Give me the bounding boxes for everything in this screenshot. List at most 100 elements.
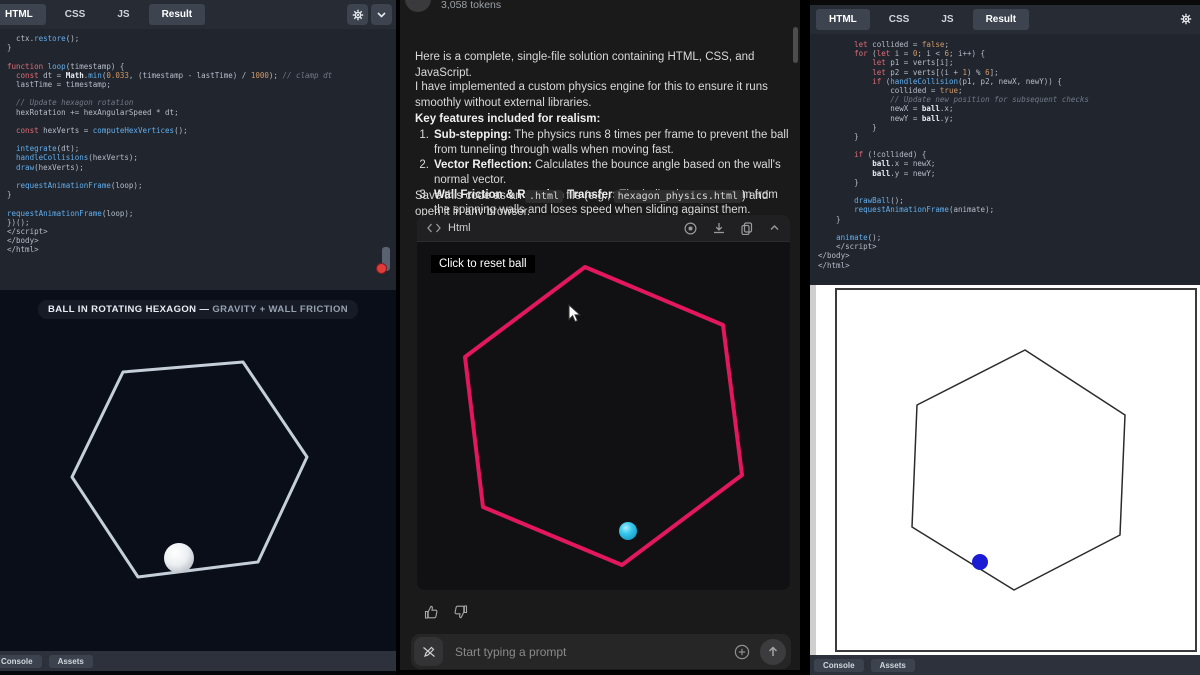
pen-mode-button[interactable] — [414, 637, 443, 666]
right-canvas-frame — [835, 288, 1197, 652]
code-line: </script> — [7, 227, 396, 236]
left-tab-js[interactable]: JS — [104, 4, 142, 25]
code-line: requestAnimationFrame(loop); — [7, 209, 396, 218]
features-heading: Key features included for realism: — [415, 112, 787, 128]
code-line — [7, 117, 396, 126]
code-line: for (let i = 0; i < 6; i++) { — [818, 49, 1200, 58]
left-assets-tab[interactable]: Assets — [49, 655, 93, 668]
code-line: let p2 = verts[(i + 1) % 6]; — [818, 68, 1200, 77]
code-line: let collided = false; — [818, 40, 1200, 49]
settings-button[interactable] — [1175, 8, 1196, 29]
hexagon-outline — [912, 350, 1125, 590]
chevron-down-icon — [376, 9, 387, 20]
code-line: newX = ball.x; — [818, 104, 1200, 113]
code-line: lastTime = timestamp; — [7, 80, 396, 89]
inline-code-html: .html — [525, 190, 563, 203]
inline-code-filename: hexagon_physics.html — [614, 190, 742, 203]
chat-panel: 3,058 tokens Here is a complete, single-… — [400, 0, 800, 670]
code-line: </html> — [818, 261, 1200, 270]
code-line — [7, 89, 396, 98]
left-result-preview: BALL IN ROTATING HEXAGON — GRAVITY + WAL… — [0, 290, 396, 651]
prompt-input[interactable] — [455, 645, 734, 659]
code-line: function loop(timestamp) { — [7, 62, 396, 71]
attach-plus-icon[interactable] — [734, 644, 750, 660]
app-window: HTMLCSSJSResult ctx.restore();} function… — [0, 0, 1200, 675]
feature-item: 1.Sub-stepping: The physics runs 8 times… — [415, 128, 790, 157]
code-line: ball.x = newX; — [818, 159, 1200, 168]
feedback-row — [424, 605, 468, 619]
gear-icon — [352, 9, 364, 21]
right-tab-result[interactable]: Result — [973, 9, 1030, 30]
code-line: let p1 = verts[i]; — [818, 58, 1200, 67]
right-hexagon-canvas[interactable] — [837, 290, 1195, 650]
code-line — [818, 141, 1200, 150]
settings-button[interactable] — [347, 4, 368, 25]
left-preview-title: BALL IN ROTATING HEXAGON — GRAVITY + WAL… — [38, 300, 358, 319]
mouse-cursor — [568, 304, 583, 324]
chevron-up-icon[interactable] — [769, 224, 780, 232]
code-line: })(); — [7, 218, 396, 227]
ball — [164, 543, 194, 573]
right-tab-css[interactable]: CSS — [876, 9, 923, 30]
left-console-tab[interactable]: Console — [0, 655, 42, 668]
prompt-bar — [411, 634, 791, 669]
right-tab-html[interactable]: HTML — [816, 9, 870, 30]
left-editor-toolbar — [347, 4, 392, 25]
copy-icon[interactable] — [741, 222, 753, 235]
code-line — [7, 199, 396, 208]
middle-hexagon-canvas[interactable] — [417, 242, 790, 590]
right-editor-tabbar: HTML CSSJS Result — [810, 5, 1200, 34]
right-editor-panel: HTML CSSJS Result let collided = false; fo… — [810, 0, 1200, 675]
ball — [619, 522, 637, 540]
html-preview-card: Html Click — [417, 215, 790, 590]
code-line: </body> — [7, 236, 396, 245]
code-line: requestAnimationFrame(animate); — [818, 205, 1200, 214]
left-tab-html[interactable]: HTML — [0, 4, 46, 25]
download-icon[interactable] — [713, 222, 725, 235]
code-line: const hexVerts = computeHexVertices(); — [7, 126, 396, 135]
left-code-editor[interactable]: ctx.restore();} function loop(timestamp)… — [0, 29, 396, 290]
right-tab-js[interactable]: JS — [928, 9, 966, 30]
collapse-editor-button[interactable] — [371, 4, 392, 25]
code-line: } — [818, 178, 1200, 187]
thumbs-up-icon[interactable] — [424, 605, 438, 619]
token-count: 3,058 tokens — [441, 0, 501, 11]
code-line: ball.y = newY; — [818, 169, 1200, 178]
thumbs-down-icon[interactable] — [454, 605, 468, 619]
code-line: requestAnimationFrame(loop); — [7, 181, 396, 190]
code-line: // Update hexagon rotation — [7, 98, 396, 107]
error-badge[interactable] — [376, 263, 387, 274]
right-console-tab[interactable]: Console — [814, 659, 864, 672]
code-line: const dt = Math.min(0.033, (timestamp - … — [7, 71, 396, 80]
ball — [972, 554, 988, 570]
code-line: } — [818, 123, 1200, 132]
right-preview-scrollbar[interactable] — [810, 285, 816, 655]
code-line — [818, 224, 1200, 233]
left-hexagon-canvas[interactable] — [0, 290, 396, 651]
right-code-editor[interactable]: let collided = false; for (let i = 0; i … — [810, 34, 1200, 285]
right-assets-tab[interactable]: Assets — [871, 659, 915, 672]
preview-card-header: Html — [417, 215, 790, 242]
run-toggle-icon[interactable] — [684, 222, 697, 235]
left-tab-result[interactable]: Result — [149, 4, 206, 25]
send-button[interactable] — [760, 639, 786, 665]
code-line: animate(); — [818, 233, 1200, 242]
code-line: } — [7, 190, 396, 199]
assistant-message-intro: Here is a complete, single-file solution… — [415, 50, 787, 81]
left-footer-strip — [0, 671, 396, 675]
chat-scrollbar[interactable] — [793, 27, 798, 63]
code-line — [7, 172, 396, 181]
code-line: hexRotation += hexAngularSpeed * dt; — [7, 108, 396, 117]
tokens-row: 3,058 tokens — [405, 0, 501, 12]
arrow-up-icon — [767, 646, 779, 658]
assistant-message-body: I have implemented a custom physics engi… — [415, 80, 787, 111]
code-line: handleCollisions(hexVerts); — [7, 153, 396, 162]
code-line — [818, 187, 1200, 196]
right-editor-toolbar — [1175, 8, 1196, 29]
code-line: } — [818, 215, 1200, 224]
code-line: </script> — [818, 242, 1200, 251]
reset-ball-button[interactable]: Click to reset ball — [431, 255, 535, 273]
left-editor-tabbar: HTML CSSJS Result — [0, 0, 396, 29]
gear-icon — [1180, 13, 1192, 25]
left-tab-css[interactable]: CSS — [52, 4, 99, 25]
